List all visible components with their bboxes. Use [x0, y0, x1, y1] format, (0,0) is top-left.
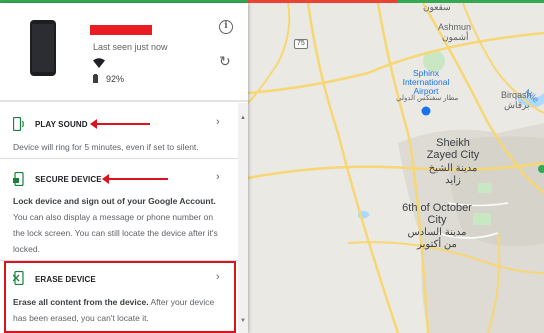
device-card: Last seen just now 92% i ↻: [0, 3, 248, 99]
map-label-sakhuun-ar: سقعون: [423, 3, 451, 12]
map-view[interactable]: 75 سقعون Ashmun أشمون Sphinx Internation…: [248, 3, 544, 333]
last-seen-text: Last seen just now: [93, 42, 168, 52]
map-label-birqash-ar: برقاش: [504, 100, 530, 110]
annotation-arrow-secure-device: [102, 174, 168, 184]
secure-device-title: SECURE DEVICE: [35, 175, 102, 184]
play-sound-action[interactable]: PLAY SOUND › Device will ring for 5 minu…: [0, 111, 238, 155]
map-label-sheikh-zayed-ar: مدينة الشيخ زايد: [428, 163, 478, 186]
map-label-airport: Sphinx International Airport: [402, 68, 450, 96]
map-label-sheikh-zayed: Sheikh Zayed City: [426, 137, 480, 161]
secure-device-description: Lock device and sign out of your Google …: [13, 193, 225, 257]
wifi-icon: [93, 58, 105, 68]
map-label-october-ar: مدينة السادس من أكتوبر: [407, 227, 467, 250]
map-label-airport-ar: مطار سفنكس الدولي: [396, 95, 459, 102]
panel-scrollbar[interactable]: ▲ ▼: [238, 103, 248, 333]
annotation-arrow-play-sound: [90, 119, 150, 129]
info-icon[interactable]: i: [219, 20, 233, 34]
scroll-up-icon[interactable]: ▲: [240, 115, 246, 121]
secure-device-chevron-icon: ›: [216, 171, 220, 183]
redacted-device-name: [90, 25, 152, 35]
battery-icon: [93, 74, 98, 83]
scroll-down-icon[interactable]: ▼: [240, 318, 246, 324]
map-label-ashmun-ar: أشمون: [442, 32, 469, 42]
play-sound-chevron-icon: ›: [216, 116, 220, 128]
lock-device-icon: [13, 172, 24, 186]
play-sound-description: Device will ring for 5 minutes, even if …: [13, 142, 199, 152]
map-label-ashmun: Ashmun: [438, 22, 472, 32]
secure-device-desc-rest: You can also display a message or phone …: [13, 212, 218, 254]
battery-status: 92%: [93, 74, 124, 84]
secure-device-desc-bold: Lock device and sign out of your Google …: [13, 196, 216, 206]
phone-image: [30, 20, 56, 76]
play-sound-title: PLAY SOUND: [35, 120, 88, 129]
device-card-divider: [0, 100, 248, 102]
refresh-icon[interactable]: ↻: [219, 54, 231, 68]
map-label-october: 6th of October City: [402, 202, 472, 226]
device-panel: Last seen just now 92% i ↻ PLAY SOUND › …: [0, 3, 248, 333]
battery-level: 92%: [106, 74, 125, 84]
annotation-box-erase-device: [4, 261, 236, 333]
divider-1: [0, 158, 238, 159]
map-roads: [248, 3, 544, 333]
play-sound-icon: [13, 117, 24, 131]
road-shield-75: 75: [294, 39, 308, 49]
